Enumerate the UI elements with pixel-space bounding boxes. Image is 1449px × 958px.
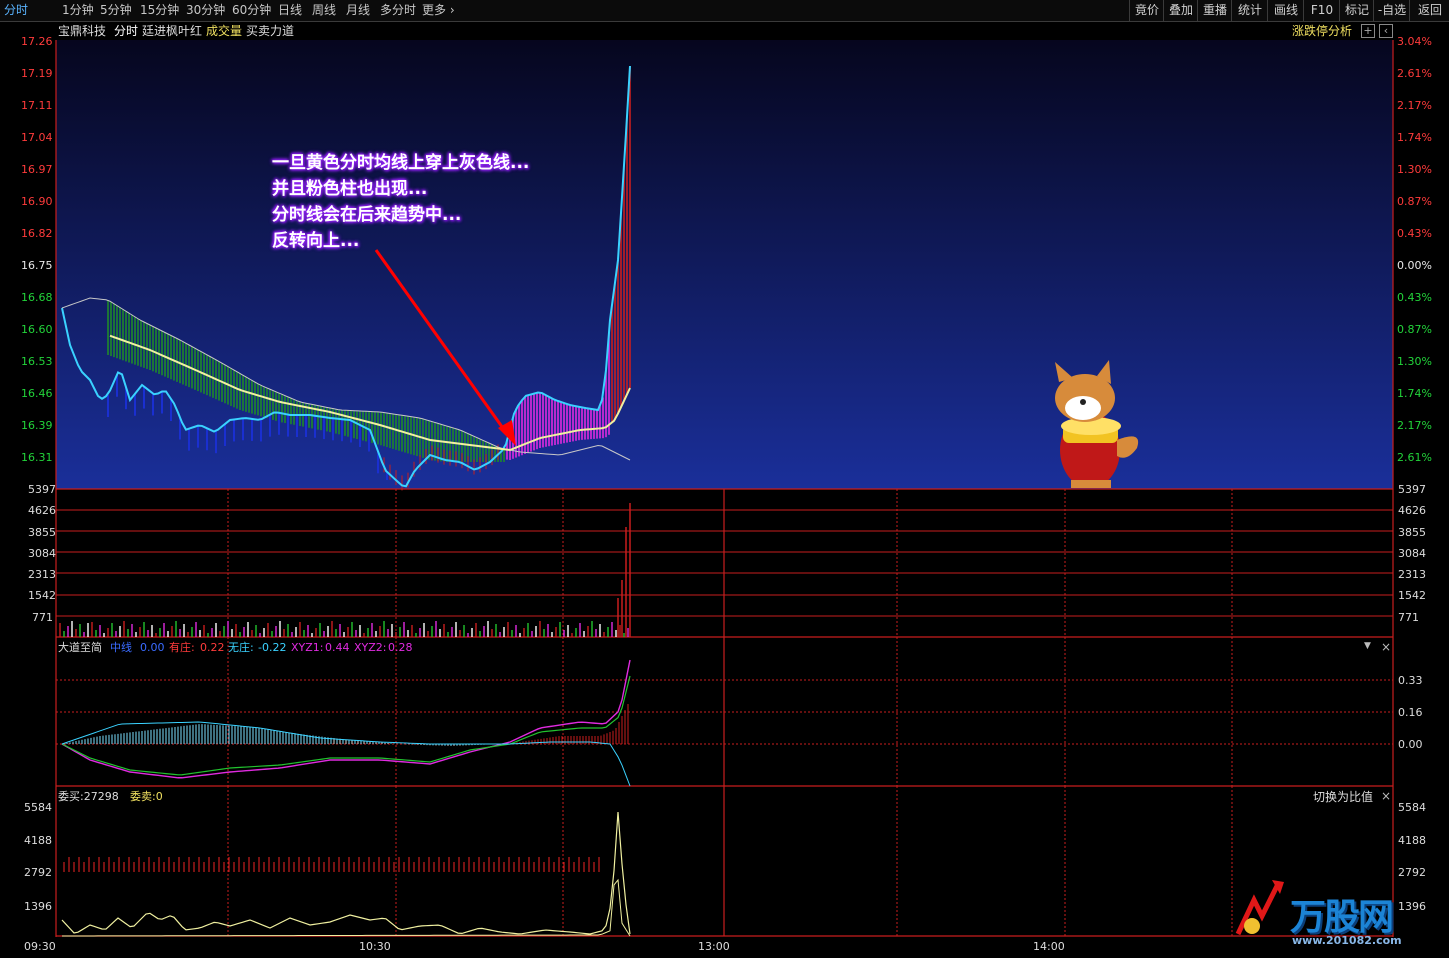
pct-tick: 0.43% bbox=[1397, 227, 1432, 240]
stock-name: 宝鼎科技 bbox=[58, 24, 107, 38]
pct-tick: 0.87% bbox=[1397, 323, 1432, 336]
price-tick: 17.11 bbox=[21, 99, 53, 112]
pct-tick: 0.00% bbox=[1397, 259, 1432, 272]
price-tick: 16.82 bbox=[21, 227, 53, 240]
vol-tick: 3084 bbox=[28, 547, 56, 560]
order-tick: 1396 bbox=[1398, 900, 1426, 913]
vol-tick: 3084 bbox=[1398, 547, 1426, 560]
order-tick: 5584 bbox=[24, 801, 52, 814]
vol-tick: 4626 bbox=[28, 504, 56, 517]
you-value: 0.22 bbox=[200, 641, 225, 654]
mid-value: 0.00 bbox=[140, 641, 165, 654]
vol-tick: 4626 bbox=[1398, 504, 1426, 517]
vol-tick: 1542 bbox=[28, 589, 56, 602]
price-tick: 17.19 bbox=[21, 67, 53, 80]
pct-tick: 1.30% bbox=[1397, 355, 1432, 368]
price-tick: 16.90 bbox=[21, 195, 53, 208]
price-tick: 17.26 bbox=[21, 35, 53, 48]
volume-bars bbox=[59, 503, 631, 637]
xyz1-line bbox=[61, 659, 631, 779]
annotation-line: 反转向上... bbox=[272, 231, 360, 251]
wu-label: 无庄: bbox=[228, 641, 254, 654]
price-tick: 16.53 bbox=[21, 355, 53, 368]
xyz2-label: XYZ2: bbox=[354, 641, 387, 654]
pct-tick: 1.74% bbox=[1397, 131, 1432, 144]
order-tick: 4188 bbox=[24, 834, 52, 847]
intraday-chart bbox=[55, 40, 1394, 937]
price-tick: 17.04 bbox=[21, 131, 53, 144]
price-tick: 16.60 bbox=[21, 323, 53, 336]
time-tick: 13:00 bbox=[698, 940, 730, 953]
annotation-box: 一旦黄色分时均线上穿上灰色线... 并且粉色柱也出现... 分时线会在后来趋势中… bbox=[272, 150, 529, 254]
watermark-url: www.201082.com bbox=[1292, 934, 1402, 947]
pct-tick: 0.43% bbox=[1397, 291, 1432, 304]
order-sell: 委卖:0 bbox=[130, 790, 163, 803]
limit-analysis-button[interactable]: 涨跌停分析 bbox=[1292, 24, 1352, 38]
you-label: 有庄: bbox=[169, 641, 195, 654]
ind-tick: 0.16 bbox=[1398, 706, 1423, 719]
time-tick: 10:30 bbox=[359, 940, 391, 953]
annotation-line: 分时线会在后来趋势中... bbox=[272, 205, 462, 225]
order-tick: 1396 bbox=[24, 900, 52, 913]
order-buy: 委买:27298 bbox=[58, 790, 119, 803]
pct-tick: 1.30% bbox=[1397, 163, 1432, 176]
dropdown-icon[interactable]: ▼ bbox=[1364, 641, 1371, 651]
chart-mode: 分时 bbox=[114, 24, 139, 38]
wu-value: -0.22 bbox=[258, 641, 287, 654]
price-tick: 16.97 bbox=[21, 163, 53, 176]
order-tick: 4188 bbox=[1398, 834, 1426, 847]
price-tick: 16.31 bbox=[21, 451, 53, 464]
price-panel-bg bbox=[56, 40, 1393, 489]
order-line-2 bbox=[61, 878, 631, 937]
collapse-icon[interactable]: ‹ bbox=[1379, 24, 1393, 38]
price-tick: 16.46 bbox=[21, 387, 53, 400]
pct-tick: 1.74% bbox=[1397, 387, 1432, 400]
order-tick: 5584 bbox=[1398, 801, 1426, 814]
vol-tick: 771 bbox=[32, 611, 53, 624]
pct-tick: 2.17% bbox=[1397, 99, 1432, 112]
indicator-name[interactable]: 大道至简 bbox=[58, 641, 102, 655]
time-tick: 14:00 bbox=[1033, 940, 1065, 953]
xyz2-value: 0.28 bbox=[388, 641, 413, 654]
switch-ratio-button[interactable]: 切换为比值 bbox=[1313, 790, 1373, 804]
pct-tick: 2.17% bbox=[1397, 419, 1432, 432]
annotation-line: 并且粉色柱也出现... bbox=[272, 179, 428, 199]
xyz1-label: XYZ1: bbox=[291, 641, 324, 654]
annotation-line: 一旦黄色分时均线上穿上灰色线... bbox=[272, 153, 530, 173]
close-icon[interactable]: × bbox=[1381, 640, 1391, 654]
force-toggle[interactable]: 买卖力道 bbox=[246, 24, 294, 38]
price-tick: 16.39 bbox=[21, 419, 53, 432]
price-tick: 16.75 bbox=[21, 259, 53, 272]
vol-tick: 5397 bbox=[1398, 483, 1426, 496]
watermark-logo-icon bbox=[1232, 880, 1286, 940]
pct-tick: 2.61% bbox=[1397, 67, 1432, 80]
close-icon[interactable]: × bbox=[1381, 789, 1391, 803]
ind-tick: 0.33 bbox=[1398, 674, 1423, 687]
pct-tick: 0.87% bbox=[1397, 195, 1432, 208]
pct-tick: 3.04% bbox=[1397, 35, 1432, 48]
vol-tick: 771 bbox=[1398, 611, 1419, 624]
expand-icon[interactable]: + bbox=[1361, 24, 1375, 38]
pct-tick: 2.61% bbox=[1397, 451, 1432, 464]
time-tick: 09:30 bbox=[24, 940, 56, 953]
vol-tick: 3855 bbox=[1398, 526, 1426, 539]
watermark-brand: 万股网 bbox=[1290, 897, 1394, 938]
price-tick: 16.68 bbox=[21, 291, 53, 304]
order-tick: 2792 bbox=[1398, 866, 1426, 879]
vol-tick: 2313 bbox=[28, 568, 56, 581]
order-tick: 2792 bbox=[24, 866, 52, 879]
xyz1-value: 0.44 bbox=[325, 641, 350, 654]
order-bars bbox=[63, 857, 600, 872]
vol-tick: 5397 bbox=[28, 483, 56, 496]
vol-tick: 3855 bbox=[28, 526, 56, 539]
ind-tick: 0.00 bbox=[1398, 738, 1423, 751]
order-line bbox=[61, 811, 631, 935]
mid-label: 中线 bbox=[110, 641, 132, 654]
volume-toggle[interactable]: 成交量 bbox=[206, 24, 242, 38]
author-label: 廷进枫叶红 bbox=[142, 24, 203, 38]
vol-tick: 2313 bbox=[1398, 568, 1426, 581]
vol-tick: 1542 bbox=[1398, 589, 1426, 602]
